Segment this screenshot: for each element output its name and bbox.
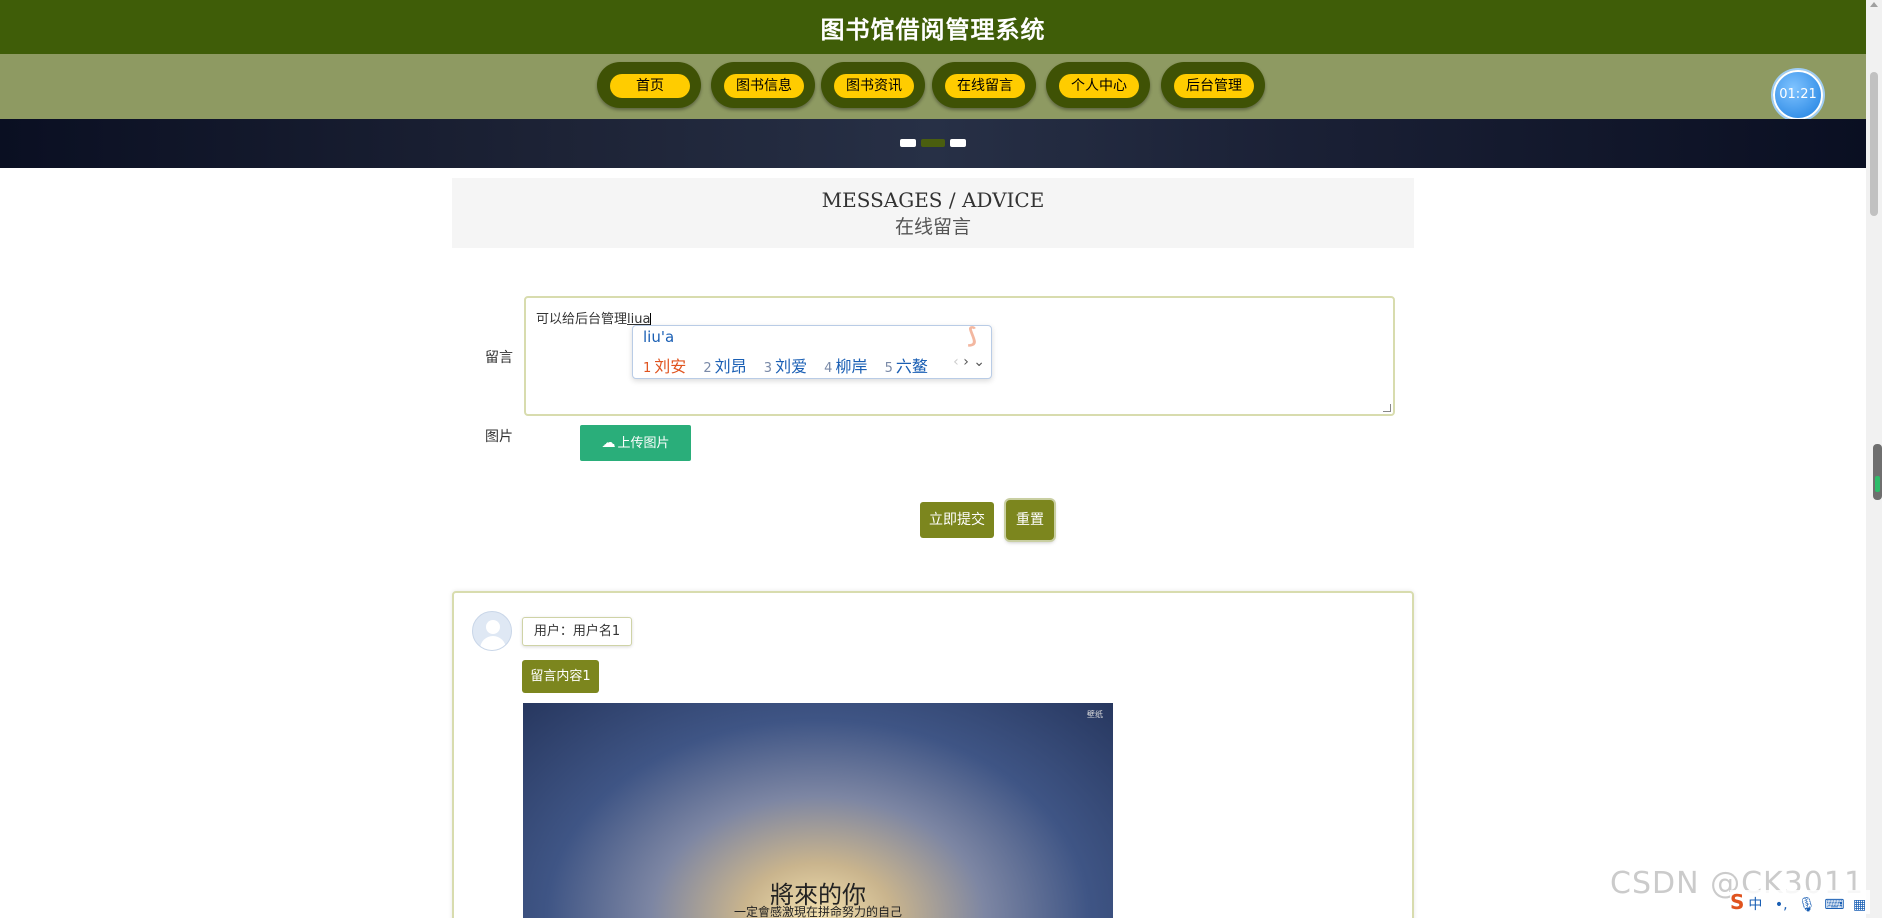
ime-logo-icon: ⟆ (967, 324, 978, 349)
image-corner-text: 壁纸 (1087, 710, 1103, 719)
side-widget[interactable] (1873, 444, 1882, 500)
message-image[interactable]: 壁纸 將來的你 一定會感激現在拼命努力的自己 (523, 703, 1113, 918)
scroll-up-icon[interactable] (1870, 2, 1878, 7)
section-title-en: MESSAGES / ADVICE (821, 188, 1045, 212)
message-text: 可以给后台管理 (536, 312, 628, 327)
ime-candidate-popup: liu'a 1 刘安 2 刘昂 3 刘爱 4 柳岸 5 六鳌 ‹ › ⌄ ⟆ (632, 325, 992, 379)
upload-image-button[interactable]: ☁ 上传图片 (580, 425, 691, 461)
sogou-logo-icon: S (1730, 890, 1745, 914)
ime-candidates: 1 刘安 2 刘昂 3 刘爱 4 柳岸 5 六鳌 (643, 353, 973, 377)
keyboard-icon[interactable]: ⌨ (1824, 897, 1844, 913)
carousel-dot-active[interactable] (921, 139, 945, 147)
user-icon (486, 620, 500, 634)
avatar (472, 611, 512, 651)
punctuation-icon[interactable]: •, (1775, 897, 1788, 913)
nav-item-label: 后台管理 (1174, 74, 1254, 98)
ime-candidate[interactable]: 1 刘安 (643, 353, 686, 377)
nav-item-personal-center[interactable]: 个人中心 (1046, 62, 1150, 108)
ime-mode[interactable]: 中 (1748, 897, 1762, 913)
ime-candidate[interactable]: 4 柳岸 (824, 353, 867, 377)
image-quote-subtitle: 一定會感激現在拼命努力的自己 (733, 905, 902, 918)
nav-item-label: 图书资讯 (834, 74, 914, 98)
timer-badge[interactable]: 01:21 (1773, 70, 1823, 120)
nav-item-messages[interactable]: 在线留言 (932, 62, 1036, 108)
carousel-dot[interactable] (900, 139, 916, 147)
page: 图书馆借阅管理系统 首页 图书信息 图书资讯 在线留言 个人中心 后台管理 01… (0, 0, 1882, 918)
nav-item-admin[interactable]: 后台管理 (1161, 62, 1265, 108)
ime-candidate[interactable]: 5 六鳌 (885, 353, 928, 377)
nav-item-label: 个人中心 (1059, 74, 1139, 98)
chevron-right-icon[interactable]: › (963, 354, 969, 370)
grid-icon[interactable]: ▦ (1853, 897, 1866, 913)
nav-item-book-info[interactable]: 图书信息 (711, 62, 815, 108)
section-title-cn: 在线留言 (894, 216, 971, 238)
chevron-down-icon[interactable]: ⌄ (973, 354, 985, 370)
site-title: 图书馆借阅管理系统 (820, 16, 1046, 44)
resize-grip-icon[interactable] (1383, 404, 1391, 412)
scroll-thumb[interactable] (1870, 72, 1878, 216)
ime-candidate[interactable]: 2 刘昂 (703, 353, 746, 377)
header-bar: 图书馆借阅管理系统 (0, 0, 1866, 54)
nav-item-label: 图书信息 (724, 74, 804, 98)
section-title: MESSAGES / ADVICE 在线留言 (452, 178, 1414, 248)
ime-toolbar[interactable]: S中 •, 🎙 ⌨ ▦ (1730, 890, 1870, 914)
chevron-left-icon[interactable]: ‹ (953, 354, 959, 370)
microphone-icon[interactable]: 🎙 (1798, 897, 1816, 913)
message-user: 用户：用户名1 (522, 617, 632, 646)
reset-button[interactable]: 重置 (1006, 500, 1054, 540)
ime-candidate[interactable]: 3 刘爱 (764, 353, 807, 377)
nav-item-label: 在线留言 (945, 74, 1025, 98)
carousel-dot[interactable] (950, 139, 966, 147)
cloud-upload-icon: ☁ (601, 435, 616, 451)
nav-item-home[interactable]: 首页 (597, 62, 701, 108)
nav-item-book-news[interactable]: 图书资讯 (821, 62, 925, 108)
message-content: 留言内容1 (522, 660, 599, 693)
nav-item-label: 首页 (610, 74, 690, 98)
image-label: 图片 (485, 429, 513, 445)
nav-bar: 首页 图书信息 图书资讯 在线留言 个人中心 后台管理 (0, 54, 1866, 119)
submit-button[interactable]: 立即提交 (920, 502, 994, 538)
ime-pinyin: liu'a (643, 328, 675, 346)
ime-page-arrows[interactable]: ‹ › ⌄ (953, 354, 985, 370)
upload-image-label: 上传图片 (617, 436, 670, 451)
message-label: 留言 (485, 350, 513, 366)
